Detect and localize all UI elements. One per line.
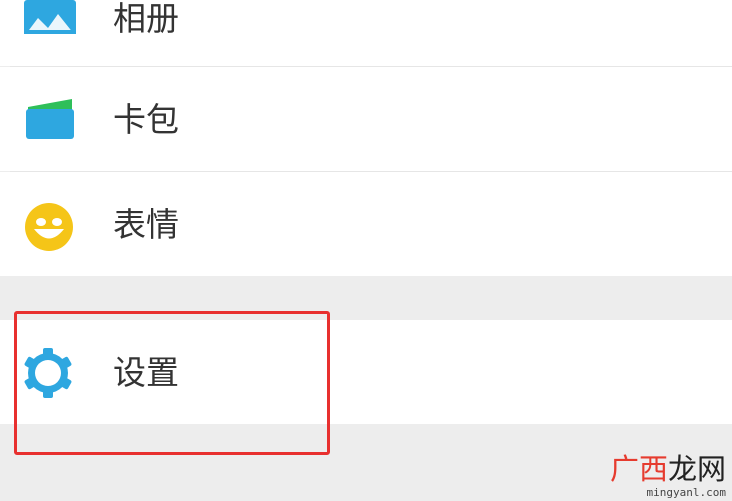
watermark: 广西龙网 mingyanl.com — [609, 452, 726, 500]
watermark-logo: 广西龙网 — [609, 452, 726, 486]
menu-item-wallet[interactable]: 卡包 — [0, 67, 732, 171]
highlight-box — [14, 311, 330, 455]
emoji-icon — [25, 203, 73, 251]
menu-item-label: 卡包 — [113, 100, 179, 139]
menu-item-emoji[interactable]: 表情 — [0, 172, 732, 276]
menu-item-album[interactable]: 相册 — [0, 0, 732, 66]
album-icon — [24, 0, 76, 34]
menu-item-label: 表情 — [113, 205, 179, 244]
watermark-url: mingyanl.com — [646, 486, 726, 499]
menu-item-label: 相册 — [113, 0, 179, 38]
wallet-icon — [26, 99, 74, 139]
